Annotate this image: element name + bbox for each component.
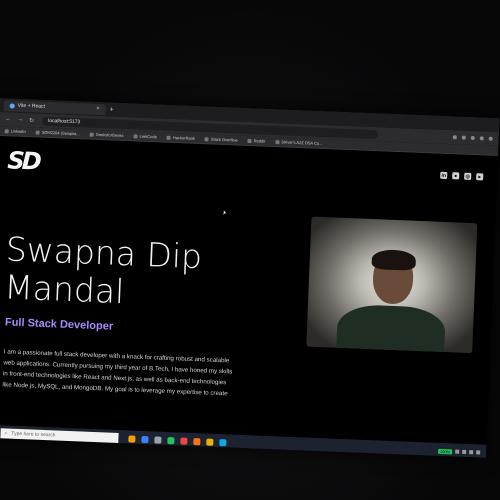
tray-icon[interactable] [462, 449, 467, 454]
search-placeholder: Type here to search [11, 430, 56, 439]
app-icon[interactable] [193, 437, 201, 445]
search-icon: ⌕ [4, 430, 8, 437]
tray-icon[interactable] [469, 450, 474, 455]
photo-background: Vite + React × + ← → ↻ localhost:5173 Li… [0, 0, 500, 500]
menu-icon[interactable] [488, 136, 493, 141]
url-text: localhost:5173 [48, 117, 81, 126]
hackerrank-icon [166, 135, 171, 140]
social-links: in ● ◎ ▸ [440, 171, 484, 181]
hero-name: Swapna Dip Mandal [3, 229, 203, 312]
site-logo[interactable]: SD [7, 146, 39, 175]
bookmark-item[interactable]: Striver's A2Z DSA Co... [275, 139, 323, 146]
portfolio-page: SD in ● ◎ ▸ Swapna Dip Mandal Full Stack… [0, 135, 499, 446]
instagram-icon[interactable]: ◎ [464, 172, 472, 180]
extension-icon[interactable] [470, 135, 475, 141]
photo-shirt [335, 303, 446, 354]
bookmark-star-icon[interactable] [452, 135, 457, 140]
linkedin-icon[interactable]: in [440, 171, 448, 180]
photo-hair [371, 249, 417, 271]
bookmark-item[interactable]: GeeksforGeeks [89, 132, 124, 138]
hero-bio: I am a passionate full stack developer w… [2, 348, 233, 398]
youtube-icon [275, 139, 280, 144]
system-tray: 100% [437, 448, 481, 455]
file-explorer-icon[interactable] [128, 434, 136, 443]
reload-button[interactable]: ↻ [29, 117, 34, 124]
profile-photo [306, 216, 478, 354]
bookmark-item[interactable]: LinkedIn [4, 128, 26, 134]
hero-role: Full Stack Developer [4, 316, 114, 333]
monitor-screen: Vite + React × + ← → ↻ localhost:5173 Li… [0, 98, 500, 458]
chrome-icon[interactable] [167, 436, 175, 444]
edge-icon[interactable] [141, 435, 149, 443]
bookmark-item[interactable]: LeetCode [133, 133, 157, 139]
taskbar-apps [128, 434, 227, 446]
linkedin-icon [4, 128, 9, 133]
github-icon[interactable]: ● [452, 172, 460, 180]
page-icon [35, 129, 40, 135]
tray-icon[interactable] [455, 449, 460, 454]
back-button[interactable]: ← [5, 116, 11, 122]
battery-badge[interactable]: 100% [437, 448, 453, 454]
gfg-icon [89, 132, 94, 137]
close-tab-icon[interactable]: × [96, 106, 100, 112]
vscode-icon[interactable] [219, 438, 227, 446]
reddit-icon [247, 138, 252, 143]
new-tab-button[interactable]: + [109, 106, 113, 113]
forward-button[interactable]: → [17, 117, 23, 123]
extension-icon[interactable] [461, 135, 466, 140]
stackoverflow-icon [204, 136, 209, 141]
store-icon[interactable] [154, 435, 162, 444]
tray-icon[interactable] [476, 450, 481, 455]
brave-icon[interactable] [180, 437, 188, 445]
twitter-icon[interactable]: ▸ [476, 173, 484, 181]
bookmark-item[interactable]: SDM2204 (Swapna... [35, 129, 80, 136]
tab-title: Vite + React [17, 102, 46, 110]
chrome-active-icon[interactable] [206, 438, 214, 446]
profile-icon[interactable] [479, 136, 484, 141]
leetcode-icon [133, 133, 138, 139]
extension-icons [452, 135, 493, 141]
bookmark-item[interactable]: Reddit [247, 138, 265, 144]
vite-icon [9, 102, 15, 109]
bookmark-item[interactable]: Stack Overflow [204, 136, 238, 143]
bookmark-item[interactable]: HackerRank [166, 135, 195, 141]
taskbar-search-input[interactable]: ⌕ Type here to search [0, 427, 119, 444]
